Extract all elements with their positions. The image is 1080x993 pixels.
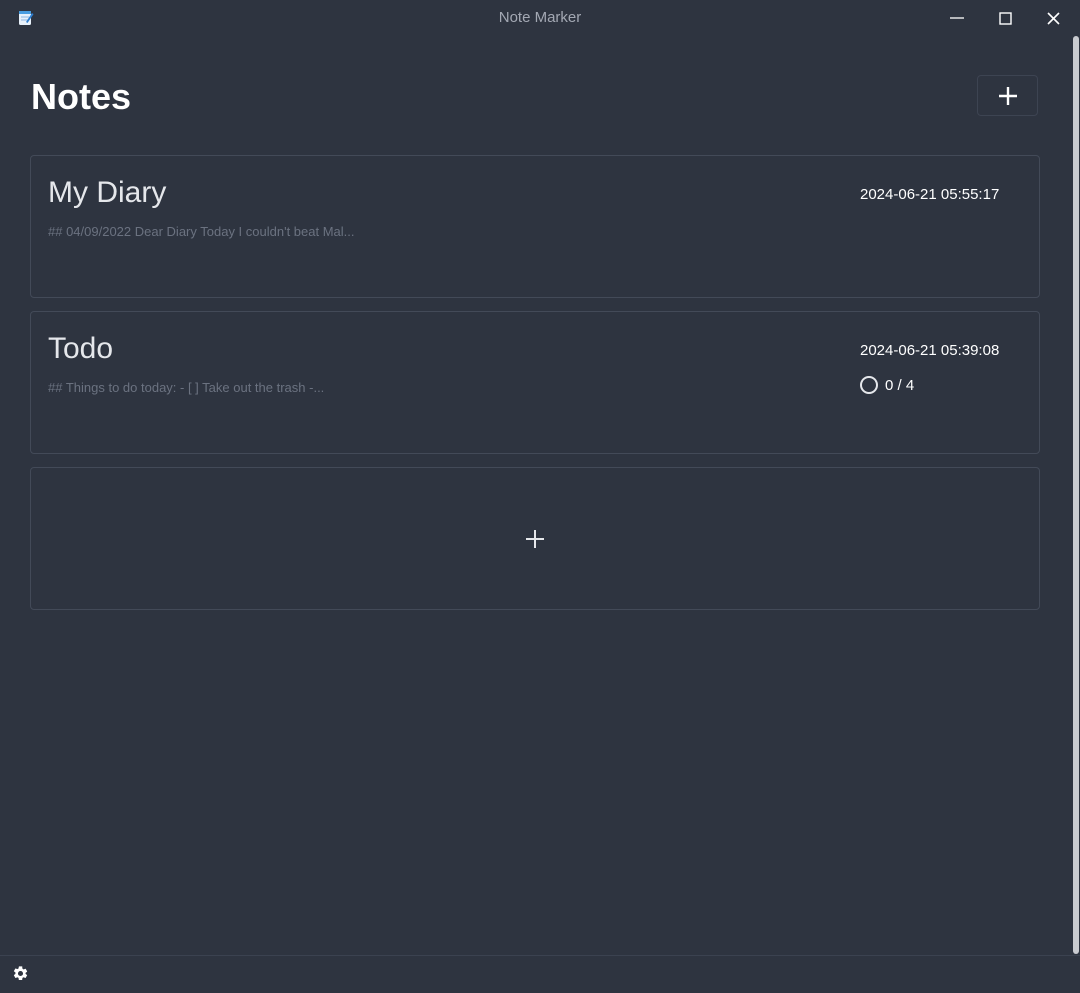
circle-icon (860, 376, 878, 394)
note-preview: ## Things to do today: - [ ] Take out th… (48, 380, 325, 395)
maximize-button[interactable] (981, 0, 1029, 36)
plus-icon (526, 529, 544, 548)
todo-count: 0 / 4 (885, 376, 915, 394)
maximize-icon (998, 11, 1012, 25)
note-title: Todo (48, 332, 114, 365)
minimize-icon (950, 17, 964, 19)
note-card-todo[interactable]: Todo ## Things to do today: - [ ] Take o… (30, 311, 1040, 454)
app-window: Note Marker Notes My Diary ## 04/09/2022… (0, 0, 1080, 993)
settings-button[interactable] (11, 964, 29, 982)
todo-progress: 0 / 4 (860, 376, 914, 394)
note-title: My Diary (48, 176, 167, 209)
window-title: Note Marker (498, 9, 582, 26)
title-bar[interactable]: Note Marker (0, 0, 1080, 36)
plus-icon (998, 86, 1017, 105)
new-note-card[interactable] (30, 467, 1040, 610)
note-card-my-diary[interactable]: My Diary ## 04/09/2022 Dear Diary Today … (30, 155, 1040, 298)
page-title: Notes (31, 76, 132, 117)
note-preview: ## 04/09/2022 Dear Diary Today I couldn'… (48, 224, 355, 239)
note-date: 2024-06-21 05:39:08 (860, 342, 1000, 359)
scrollbar-thumb[interactable] (1073, 36, 1079, 954)
add-note-button[interactable] (977, 75, 1038, 116)
gear-icon (13, 965, 27, 980)
footer-bar (0, 955, 1080, 993)
close-icon (1046, 11, 1060, 25)
close-button[interactable] (1029, 0, 1077, 36)
note-date: 2024-06-21 05:55:17 (860, 186, 1000, 203)
minimize-button[interactable] (933, 0, 981, 36)
